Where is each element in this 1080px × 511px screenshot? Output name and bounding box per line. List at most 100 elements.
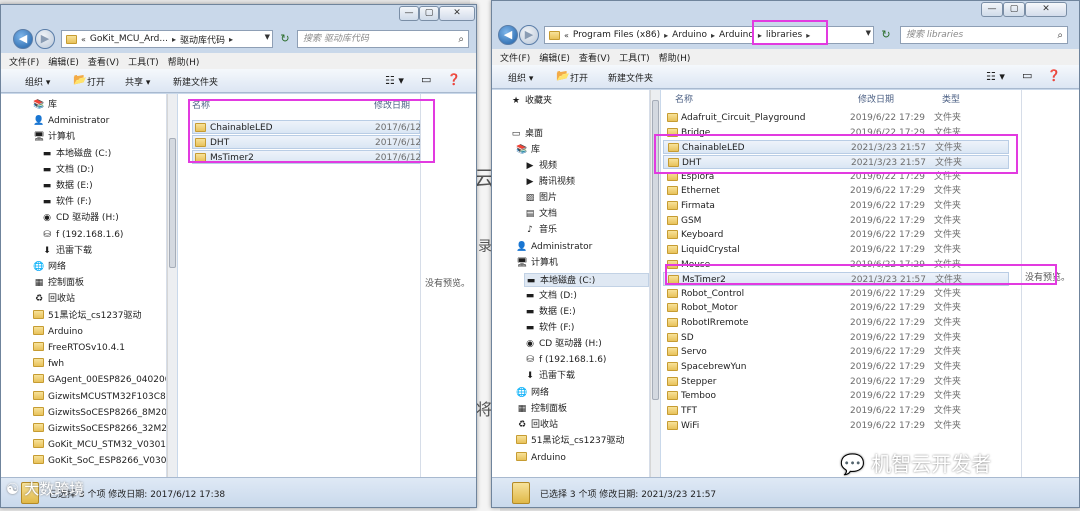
address-bar[interactable]: « GoKit_MCU_Ard... ▸ 驱动库代码 ▸ ▼ xyxy=(61,30,273,48)
nav-item-folder[interactable]: GAgent_00ESP826_04020034- xyxy=(33,373,166,387)
nav-item-folder[interactable]: FreeRTOSv10.4.1 xyxy=(33,341,166,355)
nav-item-computer[interactable]: 🖥 计算机 xyxy=(33,130,166,144)
breadcrumb-item[interactable]: Arduino xyxy=(672,30,707,40)
minimize-button[interactable]: — xyxy=(981,2,1003,17)
preview-pane-icon[interactable]: ▭ xyxy=(421,73,431,86)
nav-item-drive[interactable]: ▬ 软件 (F:) xyxy=(524,321,649,335)
nav-item-drive[interactable]: ▬ 文档 (D:) xyxy=(524,289,649,303)
maximize-button[interactable]: ▢ xyxy=(1003,2,1025,17)
nav-item-drive[interactable]: ▬ 文档 (D:) xyxy=(41,163,166,177)
nav-item-folder[interactable]: 51黑论坛_cs1237驱动 xyxy=(516,434,649,448)
forward-arrow-icon[interactable]: ▶ xyxy=(35,29,55,49)
nav-item-library[interactable]: 📚 库 xyxy=(516,143,649,157)
nav-item-folder[interactable]: Arduino xyxy=(33,325,166,339)
chevron-down-icon[interactable]: ▼ xyxy=(866,29,871,37)
nav-item-folder[interactable]: GizwitsMCUSTM32F103C8x2( xyxy=(33,390,166,404)
nav-item-control-panel[interactable]: ▦ 控制面板 xyxy=(516,402,649,416)
new-folder-button[interactable]: 新建文件夹 xyxy=(173,75,218,88)
nav-item-video[interactable]: ▶ 视频 xyxy=(524,159,649,173)
file-row[interactable]: TFT 2019/6/22 17:29 文件夹 xyxy=(663,404,1009,418)
file-row[interactable]: Keyboard 2019/6/22 17:29 文件夹 xyxy=(663,228,1009,242)
file-row[interactable]: GSM 2019/6/22 17:29 文件夹 xyxy=(663,214,1009,228)
close-button[interactable]: ✕ xyxy=(1025,2,1067,17)
nav-item-network[interactable]: 🌐 网络 xyxy=(516,386,649,400)
chevron-down-icon[interactable]: ▼ xyxy=(265,33,270,41)
nav-item-video[interactable]: ▶ 腾讯视频 xyxy=(524,175,649,189)
nav-item-document[interactable]: ▤ 文档 xyxy=(524,207,649,221)
nav-item-folder[interactable]: GoKit_SoC_ESP8266_V030000( xyxy=(33,454,166,468)
nav-item-favorites[interactable]: ★ 收藏夹 xyxy=(510,94,649,108)
file-row[interactable]: RobotIRremote 2019/6/22 17:29 文件夹 xyxy=(663,316,1009,330)
nav-scrollbar[interactable] xyxy=(167,94,177,477)
view-options-icon[interactable]: ☷ ▾ xyxy=(986,70,1005,83)
file-row[interactable]: LiquidCrystal 2019/6/22 17:29 文件夹 xyxy=(663,243,1009,257)
search-icon[interactable]: ⌕ xyxy=(1057,28,1063,44)
search-input[interactable]: 搜索 libraries ⌕ xyxy=(900,26,1068,44)
nav-item-recycle[interactable]: ♻ 回收站 xyxy=(33,292,166,306)
menu-file[interactable]: 文件(F) xyxy=(500,51,530,64)
file-row[interactable]: SpacebrewYun 2019/6/22 17:29 文件夹 xyxy=(663,360,1009,374)
nav-item-folder[interactable]: fwh xyxy=(33,357,166,371)
menu-view[interactable]: 查看(V) xyxy=(88,55,119,68)
organize-button[interactable]: 组织 ▾ xyxy=(25,75,50,88)
help-icon[interactable]: ❓ xyxy=(1047,69,1061,82)
file-row[interactable]: Temboo 2019/6/22 17:29 文件夹 xyxy=(663,389,1009,403)
breadcrumb-arrow-icon[interactable]: ▸ xyxy=(172,35,176,44)
nav-item-user[interactable]: 👤 Administrator xyxy=(33,114,166,128)
breadcrumb-arrow-icon[interactable]: ▸ xyxy=(229,35,233,44)
open-button[interactable]: 打开 xyxy=(570,71,588,84)
menu-tools[interactable]: 工具(T) xyxy=(619,51,650,64)
nav-item-drive[interactable]: ▬ 软件 (F:) xyxy=(41,195,166,209)
organize-button[interactable]: 组织 ▾ xyxy=(508,71,533,84)
open-button[interactable]: 打开 xyxy=(87,75,105,88)
file-row[interactable]: Robot_Control 2019/6/22 17:29 文件夹 xyxy=(663,287,1009,301)
nav-item-cd[interactable]: ◉ CD 驱动器 (H:) xyxy=(524,337,649,351)
file-row[interactable]: Ethernet 2019/6/22 17:29 文件夹 xyxy=(663,184,1009,198)
search-input[interactable]: 搜索 驱动库代码 ⌕ xyxy=(297,30,469,48)
column-date[interactable]: 修改日期 xyxy=(858,92,894,105)
nav-item-drive[interactable]: ▬ 本地磁盘 (C:) xyxy=(524,273,649,287)
new-folder-button[interactable]: 新建文件夹 xyxy=(608,71,653,84)
breadcrumb-item[interactable]: GoKit_MCU_Ard... xyxy=(90,34,168,44)
refresh-icon[interactable]: ↻ xyxy=(277,31,293,47)
nav-item-library[interactable]: 📚 库 xyxy=(33,98,166,112)
column-type[interactable]: 类型 xyxy=(942,92,960,105)
search-icon[interactable]: ⌕ xyxy=(458,32,464,48)
nav-item-drive[interactable]: ▬ 数据 (E:) xyxy=(524,305,649,319)
nav-item-folder[interactable]: GizwitsSoCESP8266_32M202( xyxy=(33,422,166,436)
nav-item-download[interactable]: ⬇ 迅雷下载 xyxy=(524,369,649,383)
menu-edit[interactable]: 编辑(E) xyxy=(539,51,570,64)
nav-item-network-drive[interactable]: ⛁ f (192.168.1.6) xyxy=(41,228,166,242)
menu-file[interactable]: 文件(F) xyxy=(9,55,39,68)
scroll-thumb[interactable] xyxy=(169,138,176,268)
nav-item-drive[interactable]: ▬ 本地磁盘 (C:) xyxy=(41,147,166,161)
menu-help[interactable]: 帮助(H) xyxy=(659,51,691,64)
breadcrumb-overflow[interactable]: « xyxy=(81,35,86,44)
file-row[interactable]: Firmata 2019/6/22 17:29 文件夹 xyxy=(663,199,1009,213)
nav-item-folder[interactable]: 51黑论坛_cs1237驱动 xyxy=(33,309,166,323)
nav-item-image[interactable]: ▨ 图片 xyxy=(524,191,649,205)
nav-item-folder[interactable]: GizwitsSoCESP8266_8M2021( xyxy=(33,406,166,420)
close-button[interactable]: ✕ xyxy=(439,6,475,21)
forward-arrow-icon[interactable]: ▶ xyxy=(519,25,539,45)
help-icon[interactable]: ❓ xyxy=(447,73,461,86)
nav-item-cd[interactable]: ◉ CD 驱动器 (H:) xyxy=(41,211,166,225)
nav-item-folder[interactable]: Arduino xyxy=(516,451,649,465)
nav-item-folder[interactable]: GoKit_MCU_STM32_V030101( xyxy=(33,438,166,452)
nav-item-network[interactable]: 🌐 网络 xyxy=(33,260,166,274)
breadcrumb-item[interactable]: 驱动库代码 xyxy=(180,33,225,46)
back-arrow-icon[interactable]: ◀ xyxy=(13,29,33,49)
title-bar[interactable]: — ▢ ✕ xyxy=(492,1,1079,21)
nav-item-network-drive[interactable]: ⛁ f (192.168.1.6) xyxy=(524,353,649,367)
file-row[interactable]: Adafruit_Circuit_Playground 2019/6/22 17:… xyxy=(663,111,1009,125)
nav-item-download[interactable]: ⬇ 迅雷下载 xyxy=(41,244,166,258)
nav-item-control-panel[interactable]: ▦ 控制面板 xyxy=(33,276,166,290)
file-row[interactable]: Robot_Motor 2019/6/22 17:29 文件夹 xyxy=(663,301,1009,315)
menu-view[interactable]: 查看(V) xyxy=(579,51,610,64)
file-row[interactable]: WiFi 2019/6/22 17:29 文件夹 xyxy=(663,419,1009,433)
back-arrow-icon[interactable]: ◀ xyxy=(498,25,518,45)
menu-tools[interactable]: 工具(T) xyxy=(128,55,159,68)
nav-item-drive[interactable]: ▬ 数据 (E:) xyxy=(41,179,166,193)
nav-item-computer[interactable]: 🖥 计算机 xyxy=(516,256,649,270)
preview-pane-icon[interactable]: ▭ xyxy=(1022,69,1032,82)
